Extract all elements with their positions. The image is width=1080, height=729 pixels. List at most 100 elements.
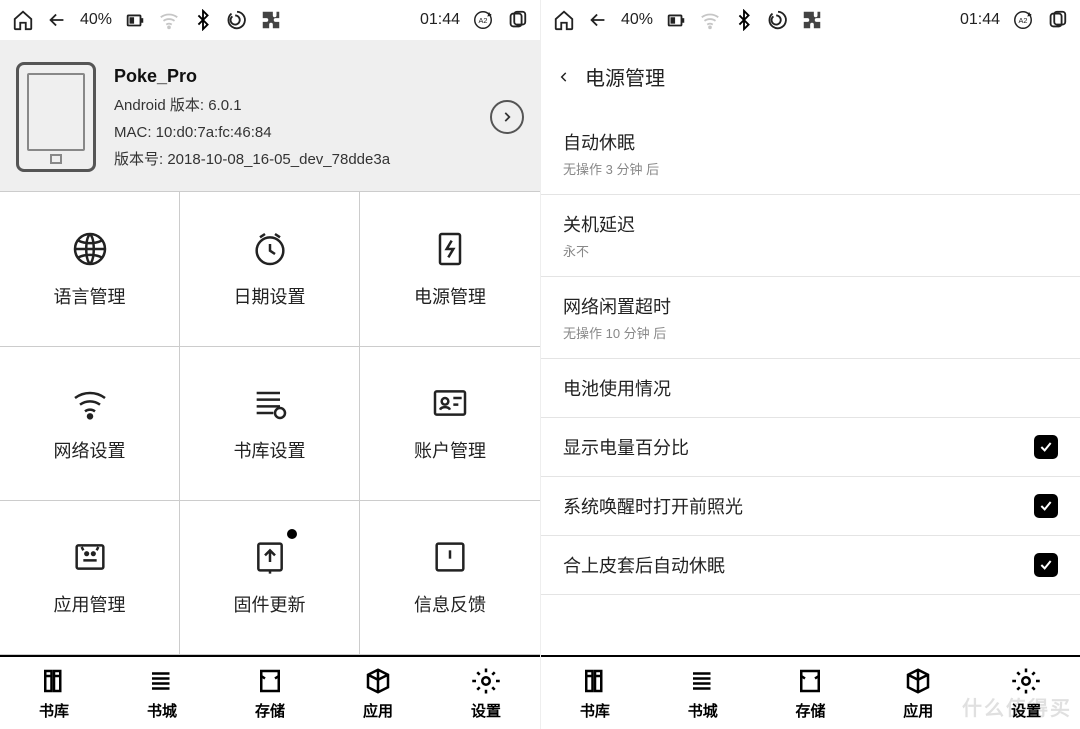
device-name: Poke_Pro xyxy=(114,60,472,92)
bookstore-icon xyxy=(147,666,177,696)
home-icon[interactable] xyxy=(553,9,575,31)
apps-icon xyxy=(903,666,933,696)
row-shutdown-delay[interactable]: 关机延迟 永不 xyxy=(541,195,1080,277)
svg-text:A2: A2 xyxy=(479,16,488,25)
build-version: 版本号: 2018-10-08_16-05_dev_78dde3a xyxy=(114,146,472,173)
row-subtitle: 无操作 10 分钟 后 xyxy=(563,323,671,342)
grid-library-label: 书库设置 xyxy=(234,437,306,463)
nav-storage-label: 存储 xyxy=(255,700,285,721)
spiral-icon xyxy=(226,9,248,31)
power-list: 自动休眠 无操作 3 分钟 后 关机延迟 永不 网络闲置超时 无操作 10 分钟… xyxy=(541,113,1080,595)
clock-icon xyxy=(250,229,290,269)
grid-app-label: 应用管理 xyxy=(54,591,126,617)
bluetooth-icon xyxy=(733,9,755,31)
nav-bookstore-label: 书城 xyxy=(147,700,177,721)
feedback-icon xyxy=(430,537,470,577)
grid-network[interactable]: 网络设置 xyxy=(0,347,180,501)
nav-settings[interactable]: 设置 xyxy=(972,657,1080,729)
nav-bookstore-label: 书城 xyxy=(688,700,718,721)
nav-apps[interactable]: 应用 xyxy=(864,657,972,729)
nav-settings-label: 设置 xyxy=(1011,700,1041,721)
refresh-mode-icon[interactable]: A2 xyxy=(472,9,494,31)
page-title: 电源管理 xyxy=(585,62,665,91)
row-wake-light[interactable]: 系统唤醒时打开前照光 xyxy=(541,477,1080,536)
power-icon xyxy=(430,229,470,269)
row-cover-sleep[interactable]: 合上皮套后自动休眠 xyxy=(541,536,1080,595)
nav-apps-label: 应用 xyxy=(903,700,933,721)
clock-time: 01:44 xyxy=(420,11,460,29)
grid-language-label: 语言管理 xyxy=(54,283,126,309)
back-icon[interactable] xyxy=(46,9,68,31)
checkbox-checked-icon[interactable] xyxy=(1034,435,1058,459)
grid-date[interactable]: 日期设置 xyxy=(180,192,360,346)
wifi-settings-icon xyxy=(70,383,110,423)
nav-apps[interactable]: 应用 xyxy=(324,657,432,729)
battery-icon xyxy=(665,9,687,31)
row-title: 合上皮套后自动休眠 xyxy=(563,552,725,578)
bookstore-icon xyxy=(688,666,718,696)
multitask-icon[interactable] xyxy=(506,9,528,31)
clock-time: 01:44 xyxy=(960,11,1000,29)
status-bar-right: 40% 01:44 A2 xyxy=(541,0,1080,40)
grid-firmware[interactable]: 固件更新 xyxy=(180,501,360,655)
settings-grid: 语言管理 日期设置 电源管理 网络设置 书库设置 账户管理 应用管理 xyxy=(0,191,540,655)
grid-firmware-label: 固件更新 xyxy=(234,591,306,617)
row-auto-sleep[interactable]: 自动休眠 无操作 3 分钟 后 xyxy=(541,113,1080,195)
account-icon xyxy=(430,383,470,423)
book-gear-icon xyxy=(250,383,290,423)
nav-storage[interactable]: 存储 xyxy=(757,657,865,729)
row-battery-usage[interactable]: 电池使用情况 xyxy=(541,359,1080,418)
checkbox-checked-icon[interactable] xyxy=(1034,494,1058,518)
grid-feedback[interactable]: 信息反馈 xyxy=(360,501,540,655)
checkbox-checked-icon[interactable] xyxy=(1034,553,1058,577)
battery-icon xyxy=(124,9,146,31)
nav-bookstore[interactable]: 书城 xyxy=(649,657,757,729)
library-icon xyxy=(580,666,610,696)
row-title: 关机延迟 xyxy=(563,211,635,237)
grid-language[interactable]: 语言管理 xyxy=(0,192,180,346)
grid-library-settings[interactable]: 书库设置 xyxy=(180,347,360,501)
page-header[interactable]: 电源管理 xyxy=(541,40,1080,113)
android-version: Android 版本: 6.0.1 xyxy=(114,92,472,119)
grid-power[interactable]: 电源管理 xyxy=(360,192,540,346)
row-subtitle: 无操作 3 分钟 后 xyxy=(563,159,659,178)
row-show-percent[interactable]: 显示电量百分比 xyxy=(541,418,1080,477)
home-icon[interactable] xyxy=(12,9,34,31)
refresh-mode-icon[interactable]: A2 xyxy=(1012,9,1034,31)
wifi-icon xyxy=(699,9,721,31)
row-net-idle[interactable]: 网络闲置超时 无操作 10 分钟 后 xyxy=(541,277,1080,359)
grid-account-label: 账户管理 xyxy=(414,437,486,463)
update-dot-icon xyxy=(287,529,297,539)
row-title: 电池使用情况 xyxy=(563,375,671,401)
nav-library[interactable]: 书库 xyxy=(541,657,649,729)
device-info-card[interactable]: Poke_Pro Android 版本: 6.0.1 MAC: 10:d0:7a… xyxy=(0,40,540,191)
svg-text:A2: A2 xyxy=(1019,16,1028,25)
bluetooth-icon xyxy=(192,9,214,31)
chevron-left-icon xyxy=(557,67,571,87)
update-icon xyxy=(250,537,290,577)
grid-network-label: 网络设置 xyxy=(54,437,126,463)
nav-storage[interactable]: 存储 xyxy=(216,657,324,729)
right-screen: 40% 01:44 A2 电源管理 自动休眠 无操作 3 分钟 后 关机延迟 永… xyxy=(540,0,1080,729)
nav-settings-label: 设置 xyxy=(471,700,501,721)
back-icon[interactable] xyxy=(587,9,609,31)
nav-library-label: 书库 xyxy=(580,700,610,721)
nav-bookstore[interactable]: 书城 xyxy=(108,657,216,729)
row-title: 系统唤醒时打开前照光 xyxy=(563,493,743,519)
device-image xyxy=(16,62,96,172)
grid-app-mgmt[interactable]: 应用管理 xyxy=(0,501,180,655)
nav-settings[interactable]: 设置 xyxy=(432,657,540,729)
nav-library-label: 书库 xyxy=(39,700,69,721)
chevron-right-icon[interactable] xyxy=(490,100,524,134)
battery-percent: 40% xyxy=(621,11,653,29)
storage-icon xyxy=(255,666,285,696)
grid-power-label: 电源管理 xyxy=(414,283,486,309)
puzzle-icon xyxy=(260,9,282,31)
device-info-text: Poke_Pro Android 版本: 6.0.1 MAC: 10:d0:7a… xyxy=(114,60,472,173)
grid-account[interactable]: 账户管理 xyxy=(360,347,540,501)
android-icon xyxy=(70,537,110,577)
multitask-icon[interactable] xyxy=(1046,9,1068,31)
nav-library[interactable]: 书库 xyxy=(0,657,108,729)
status-bar: 40% 01:44 A2 xyxy=(0,0,540,40)
wifi-icon xyxy=(158,9,180,31)
